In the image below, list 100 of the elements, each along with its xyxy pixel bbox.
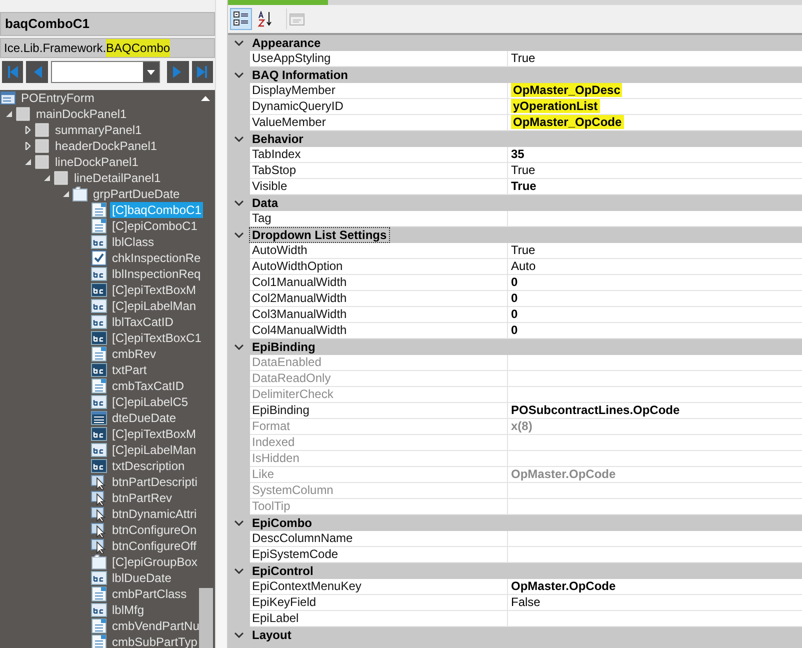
value-cell[interactable]: 0 [508,323,802,339]
value-cell[interactable]: 0 [508,275,802,291]
value-cell[interactable] [508,531,802,547]
tree-item[interactable]: headerDockPanel1 [53,138,160,154]
tree-item[interactable]: txtDescription [110,458,187,474]
collapse-chevron-icon[interactable] [234,72,244,78]
property-name[interactable]: TabStop [250,163,508,179]
collapse-chevron-icon[interactable] [234,40,244,46]
property-name[interactable]: Tag [250,211,508,227]
tree-item[interactable]: [C]epiTextBoxC1 [110,330,204,346]
tree-item[interactable]: lblClass [110,234,156,250]
property-name[interactable]: ValueMember [250,115,508,131]
value-cell[interactable]: True [508,163,802,179]
value-cell[interactable]: True [508,243,802,259]
property-name[interactable]: EpiLabel [250,611,508,627]
value-cell[interactable]: True [508,179,802,195]
value-cell[interactable]: 0 [508,291,802,307]
category-header[interactable]: BAQ Information [250,68,350,82]
tree-item[interactable]: [C]epiLabelMan [110,442,198,458]
expanded-arrow-icon[interactable] [62,190,70,198]
value-cell[interactable] [508,211,802,227]
tree-item[interactable]: cmbVendPartNu [110,618,202,634]
scrollbar-thumb[interactable] [199,588,213,648]
tree-item[interactable]: lineDetailPanel1 [72,170,163,186]
value-cell[interactable]: OpMaster.OpCode [508,579,802,595]
value-cell[interactable]: OpMaster_OpCode [508,115,802,131]
collapse-chevron-icon[interactable] [234,232,244,238]
tree-item[interactable]: POEntryForm [19,90,96,106]
expanded-arrow-icon[interactable] [5,110,13,118]
value-cell[interactable] [508,547,802,563]
collapse-chevron-icon[interactable] [234,568,244,574]
property-name[interactable]: Col1ManualWidth [250,275,508,291]
tree-item[interactable]: grpPartDueDate [91,186,182,202]
tree-item[interactable]: cmbTaxCatID [110,378,186,394]
tree-item[interactable]: btnPartDescripti [110,474,200,490]
dropdown-button[interactable] [143,62,160,82]
category-header[interactable]: Behavior [250,132,306,146]
property-name[interactable]: EpiBinding [250,403,508,419]
property-name[interactable]: AutoWidthOption [250,259,508,275]
tree-item[interactable]: lblMfg [110,602,146,618]
tree-item[interactable]: [C]epiLabelC5 [110,394,190,410]
tree-item[interactable]: mainDockPanel1 [34,106,129,122]
value-cell[interactable]: 35 [508,147,802,163]
categorized-button[interactable] [230,8,252,30]
value-cell[interactable] [508,451,802,467]
last-button[interactable] [192,61,213,83]
property-name[interactable]: TabIndex [250,147,508,163]
tree-item[interactable]: cmbPartClass [110,586,189,602]
expanded-arrow-icon[interactable] [43,174,51,182]
value-cell[interactable]: True [508,51,802,67]
property-name[interactable]: DisplayMember [250,83,508,99]
value-cell[interactable] [508,355,802,371]
collapse-chevron-icon[interactable] [234,200,244,206]
collapse-chevron-icon[interactable] [234,520,244,526]
scroll-up-icon[interactable] [201,96,210,101]
value-cell[interactable]: Auto [508,259,802,275]
tree-item[interactable]: lblDueDate [110,570,174,586]
value-cell[interactable]: 0 [508,307,802,323]
value-cell[interactable] [508,435,802,451]
category-header[interactable]: Data [250,196,280,210]
value-cell[interactable] [508,387,802,403]
tree-item[interactable]: btnDynamicAttri [110,506,199,522]
value-cell[interactable] [508,371,802,387]
category-header[interactable]: EpiBinding [250,340,318,354]
collapsed-arrow-icon[interactable] [24,142,32,150]
value-cell[interactable] [508,499,802,515]
value-cell[interactable] [508,611,802,627]
collapse-chevron-icon[interactable] [234,136,244,142]
category-header[interactable]: Dropdown List Settings [250,228,389,242]
property-name[interactable]: EpiKeyField [250,595,508,611]
tree-item[interactable]: [C]epiTextBoxM [110,426,198,442]
property-name[interactable]: AutoWidth [250,243,508,259]
collapse-chevron-icon[interactable] [234,344,244,350]
property-name[interactable]: Col3ManualWidth [250,307,508,323]
collapse-chevron-icon[interactable] [234,632,244,638]
property-name[interactable]: Visible [250,179,508,195]
tree-item[interactable]: lineDockPanel1 [53,154,140,170]
tree-item[interactable]: chkInspectionRe [110,250,203,266]
tree-item[interactable]: cmbRev [110,346,158,362]
category-header[interactable]: Appearance [250,36,323,50]
expanded-arrow-icon[interactable] [24,158,32,166]
property-name[interactable]: EpiContextMenuKey [250,579,508,595]
value-cell[interactable]: False [508,595,802,611]
value-cell[interactable]: POSubcontractLines.OpCode [508,403,802,419]
tree-item[interactable]: [C]epiComboC1 [110,218,200,234]
value-cell[interactable] [508,483,802,499]
category-header[interactable]: Layout [250,628,294,642]
tree-item[interactable]: txtPart [110,362,149,378]
control-dropdown[interactable] [50,61,160,83]
tree-item[interactable]: btnConfigureOn [110,522,199,538]
tree-item[interactable]: summaryPanel1 [53,122,144,138]
property-name[interactable]: DynamicQueryID [250,99,508,115]
category-header[interactable]: EpiControl [250,564,316,578]
tree-item[interactable]: [C]baqComboC1 [110,202,204,218]
tree-item[interactable]: dteDueDate [110,410,178,426]
first-button[interactable] [2,61,24,83]
tree-item[interactable]: lblInspectionReq [110,266,203,282]
tree-item[interactable]: btnConfigureOff [110,538,198,554]
collapsed-arrow-icon[interactable] [24,126,32,134]
tree-item[interactable]: [C]epiLabelMan [110,298,198,314]
